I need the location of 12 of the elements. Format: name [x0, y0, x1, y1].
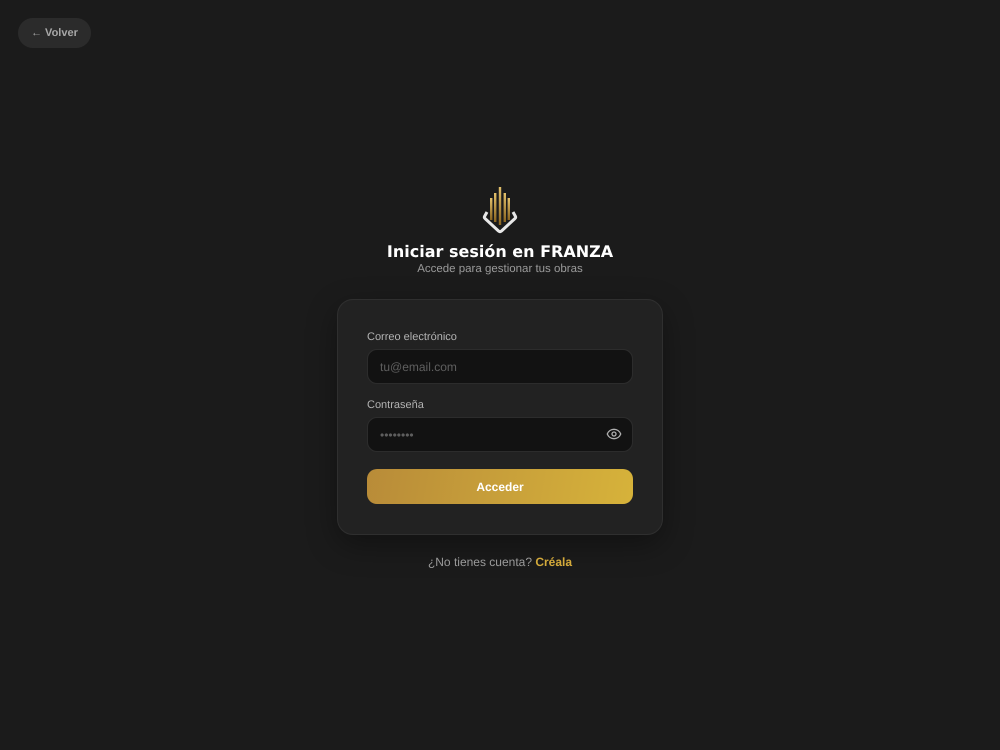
logo-icon: [482, 186, 518, 234]
back-button[interactable]: ← Volver: [18, 18, 91, 48]
show-password-button[interactable]: [606, 426, 622, 442]
page-title: Iniciar sesión en FRANZA: [386, 242, 614, 262]
email-field[interactable]: tu@email.com: [367, 349, 633, 384]
signup-prompt: ¿No tienes cuenta? Créala: [428, 554, 572, 570]
field-label: Correo electrónico: [367, 330, 458, 344]
password-field[interactable]: ••••••••: [367, 417, 633, 452]
signup-link[interactable]: Créala: [535, 555, 572, 569]
field-label: Contraseña: [367, 398, 425, 412]
page-subtitle: Accede para gestionar tus obras: [417, 262, 583, 277]
eye-icon: [606, 426, 622, 442]
